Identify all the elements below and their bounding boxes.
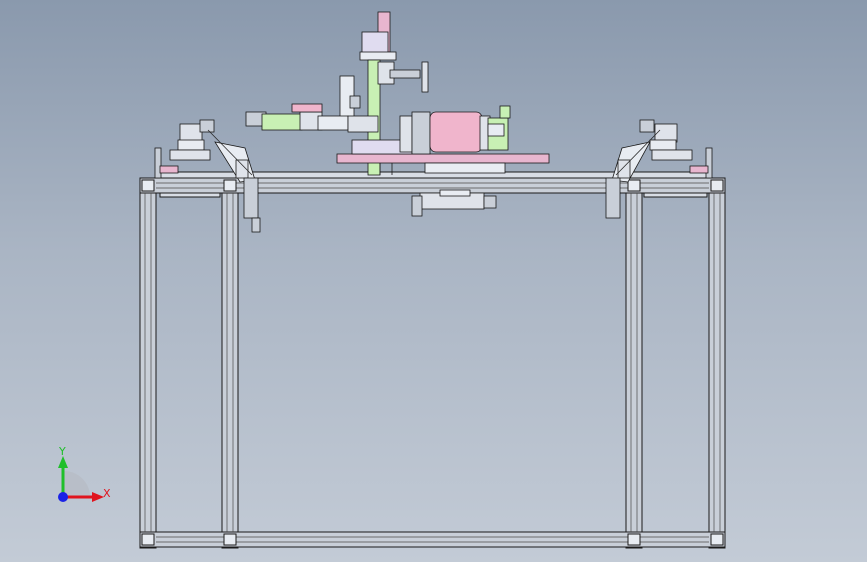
- pink-platform: [336, 153, 550, 164]
- cad-viewport[interactable]: Y X: [0, 0, 867, 562]
- machine-frame-drawing[interactable]: Y X: [0, 0, 867, 562]
- left-outer-upright: [139, 177, 157, 549]
- motor-body: [429, 111, 483, 153]
- right-inner-upright: [625, 177, 643, 549]
- view-triad: Y X: [58, 445, 111, 502]
- right-outer-upright: [708, 177, 726, 549]
- aluminum-frame: [139, 171, 726, 549]
- right-side-assembly: [605, 119, 713, 219]
- z-axis-dot: [58, 492, 68, 502]
- y-axis-label: Y: [58, 445, 66, 458]
- left-inner-upright: [221, 177, 239, 549]
- x-axis-label: X: [103, 487, 111, 500]
